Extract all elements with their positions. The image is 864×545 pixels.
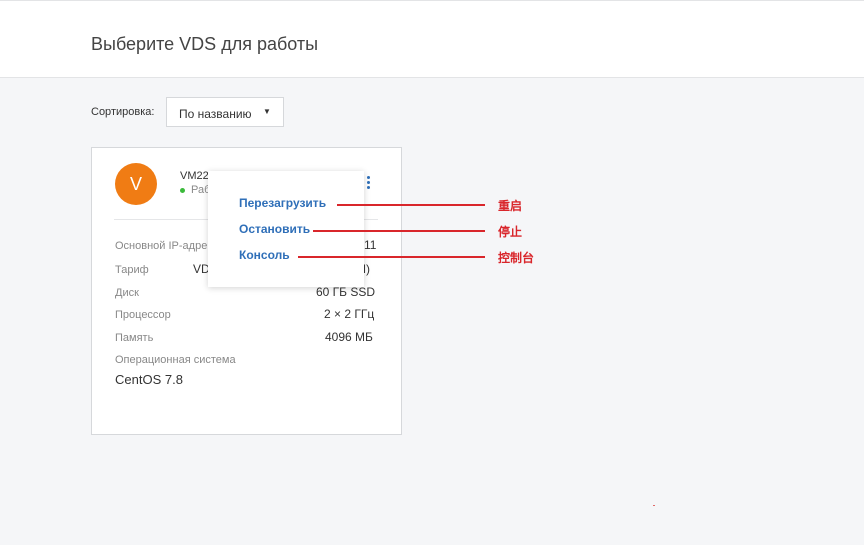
os-value: CentOS 7.8 [115,372,183,387]
context-menu: Перезагрузить Остановить Консоль [208,171,364,287]
speck [653,505,655,506]
annotation-label-reboot: 重启 [498,199,523,213]
sort-select[interactable]: По названию ▼ [166,97,284,127]
page-header: Выберите VDS для работы [0,0,864,78]
annotation-line-reboot [337,204,485,206]
status-dot-icon [180,188,185,193]
annotation-label-stop: 停止 [498,225,523,239]
disk-value: 60 ГБ SSD [316,285,376,299]
cpu-label: Процессор [115,309,171,321]
menu-item-console[interactable]: Консоль [239,248,290,262]
ip-label: Основной IP-адре [115,240,208,252]
annotation-line-stop [313,230,485,232]
sort-label: Сортировка: [91,106,155,118]
menu-item-reboot[interactable]: Перезагрузить [239,196,326,210]
avatar: V [115,163,157,205]
caret-down-icon: ▼ [263,107,271,116]
annotation-label-console: 控制台 [498,251,535,265]
ip-value: 11 [364,238,377,252]
os-label: Операционная система [115,354,236,366]
annotation-line-console [298,256,485,258]
vm-name: VM22 [180,170,209,182]
disk-label: Диск [115,287,139,299]
memory-label: Память [115,332,154,344]
memory-value: 4096 МБ [325,330,373,344]
sort-select-value: По названию [179,107,252,121]
tariff-label: Тариф [115,264,149,276]
menu-item-stop[interactable]: Остановить [239,222,310,236]
page-title: Выберите VDS для работы [91,34,319,54]
cpu-value: 2 × 2 ГГц [324,307,375,321]
